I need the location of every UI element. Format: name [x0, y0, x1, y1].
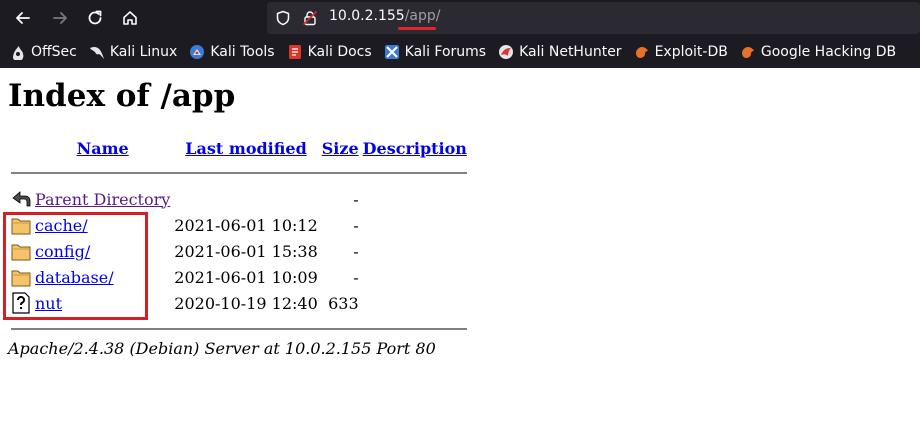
- folder-icon: [11, 218, 31, 235]
- name-cell: nut: [34, 291, 171, 315]
- name-column-header: Name: [34, 138, 171, 159]
- name-cell: Parent Directory: [34, 187, 171, 211]
- bookmark-kali-linux[interactable]: Kali Linux: [89, 36, 177, 68]
- kali-tools-icon: [190, 45, 205, 59]
- url-path: /app/: [404, 8, 441, 24]
- size-cell: 633: [328, 293, 359, 313]
- reload-button[interactable]: [82, 5, 108, 31]
- address-bar[interactable]: 10.0.2.155/app/: [267, 2, 920, 34]
- table-row: database/ 2021-06-01 10:09 -: [10, 265, 468, 289]
- url-text[interactable]: 10.0.2.155/app/: [329, 8, 441, 24]
- size-cell: -: [353, 215, 359, 235]
- table-row: cache/ 2021-06-01 10:12 -: [10, 213, 468, 237]
- modified-cell: 2021-06-01 10:12: [174, 215, 318, 235]
- bookmark-kali-nethunter[interactable]: Kali NetHunter: [498, 36, 622, 68]
- description-column-header: Description: [362, 138, 468, 159]
- bookmark-kali-tools[interactable]: Kali Tools: [189, 36, 275, 68]
- sort-by-size-link[interactable]: Size: [322, 139, 359, 158]
- bookmark-offsec[interactable]: OffSec: [10, 36, 77, 68]
- size-cell: -: [353, 189, 359, 209]
- bookmarks-toolbar: OffSec Kali Linux Kali Tools Kali Docs K…: [0, 36, 920, 68]
- size-column-header: Size: [321, 138, 360, 159]
- offsec-icon: [13, 46, 24, 60]
- server-signature: Apache/2.4.38 (Debian) Server at 10.0.2.…: [8, 339, 436, 358]
- home-button[interactable]: [117, 5, 143, 31]
- icon-column-header: [10, 138, 32, 159]
- description-cell: [362, 291, 468, 315]
- table-separator: [10, 317, 468, 341]
- forward-arrow-icon: [53, 12, 67, 24]
- modified-cell: 2021-06-01 15:38: [174, 241, 318, 261]
- icon-cell: [10, 265, 32, 289]
- url-path-annotation-underline: [398, 27, 436, 30]
- description-cell: [362, 187, 468, 211]
- icon-cell: [10, 239, 32, 263]
- bookmark-label: Kali NetHunter: [519, 44, 622, 60]
- table-separator: [10, 161, 468, 185]
- modified-cell: 2020-10-19 12:40: [174, 293, 318, 313]
- bookmark-label: Exploit-DB: [654, 44, 728, 60]
- home-icon: [123, 11, 137, 25]
- exploit-db-icon: [635, 47, 648, 58]
- bookmark-label: Google Hacking DB: [760, 44, 897, 60]
- folder-icon: [11, 244, 31, 261]
- modified-cell: [173, 187, 318, 211]
- kali-forums-icon: [384, 45, 399, 59]
- back-button[interactable]: [10, 5, 36, 31]
- table-row-parent-directory: Parent Directory -: [10, 187, 468, 211]
- table-row: config/ 2021-06-01 15:38 -: [10, 239, 468, 263]
- page-title: Index of /app: [8, 78, 236, 114]
- ghdb-icon: [741, 47, 754, 58]
- bookmark-kali-forums[interactable]: Kali Forums: [384, 36, 486, 68]
- sort-by-last-modified-link[interactable]: Last modified: [185, 139, 306, 158]
- kali-dragon-icon: [89, 46, 104, 59]
- file-link-cache[interactable]: cache/: [35, 216, 88, 235]
- directory-table: Name Last modified Size Description Pare…: [8, 136, 470, 343]
- description-cell: [362, 213, 468, 237]
- browser-chrome: 10.0.2.155/app/ OffSec Kali Linux Kali T…: [0, 0, 920, 68]
- sort-by-description-link[interactable]: Description: [363, 139, 467, 158]
- icon-cell: [10, 213, 32, 237]
- bookmark-label: Kali Tools: [210, 44, 275, 60]
- description-cell: [362, 265, 468, 289]
- modified-cell: 2021-06-01 10:09: [174, 267, 318, 287]
- parent-directory-link[interactable]: Parent Directory: [35, 190, 170, 209]
- size-cell: -: [353, 241, 359, 261]
- reload-icon: [88, 10, 102, 25]
- insecure-lock-icon[interactable]: [302, 10, 318, 26]
- bookmark-label: OffSec: [31, 44, 77, 60]
- back-arrow-icon: [12, 191, 31, 207]
- bookmark-exploit-db[interactable]: Exploit-DB: [634, 36, 728, 68]
- last-modified-column-header: Last modified: [173, 138, 318, 159]
- icon-cell: [10, 187, 32, 211]
- name-cell: cache/: [34, 213, 171, 237]
- file-link-nut[interactable]: nut: [35, 294, 62, 313]
- bookmark-kali-docs[interactable]: Kali Docs: [287, 36, 372, 68]
- table-row: nut 2020-10-19 12:40 633: [10, 291, 468, 315]
- bookmark-label: Kali Docs: [307, 44, 372, 60]
- tracking-protection-shield-icon[interactable]: [275, 10, 291, 26]
- description-cell: [362, 239, 468, 263]
- folder-icon: [11, 270, 31, 287]
- nethunter-icon: [499, 45, 514, 59]
- file-link-config[interactable]: config/: [35, 242, 90, 261]
- directory-listing-page: Index of /app Name Last modified Size De…: [0, 68, 920, 436]
- bookmark-label: Kali Forums: [404, 44, 487, 60]
- back-arrow-icon: [16, 12, 30, 24]
- navigation-toolbar: 10.0.2.155/app/: [0, 0, 920, 36]
- file-link-database[interactable]: database/: [35, 268, 114, 287]
- bookmark-label: Kali Linux: [109, 44, 178, 60]
- sort-by-name-link[interactable]: Name: [77, 139, 129, 158]
- size-cell: -: [353, 267, 359, 287]
- table-header-row: Name Last modified Size Description: [10, 138, 468, 159]
- kali-docs-icon: [288, 45, 301, 59]
- name-cell: database/: [34, 265, 171, 289]
- forward-button[interactable]: [47, 5, 73, 31]
- url-host: 10.0.2.155: [329, 8, 405, 24]
- icon-cell: [10, 291, 32, 315]
- name-cell: config/: [34, 239, 171, 263]
- unknown-file-icon: [12, 292, 30, 314]
- bookmark-google-hacking-db[interactable]: Google Hacking DB: [740, 36, 896, 68]
